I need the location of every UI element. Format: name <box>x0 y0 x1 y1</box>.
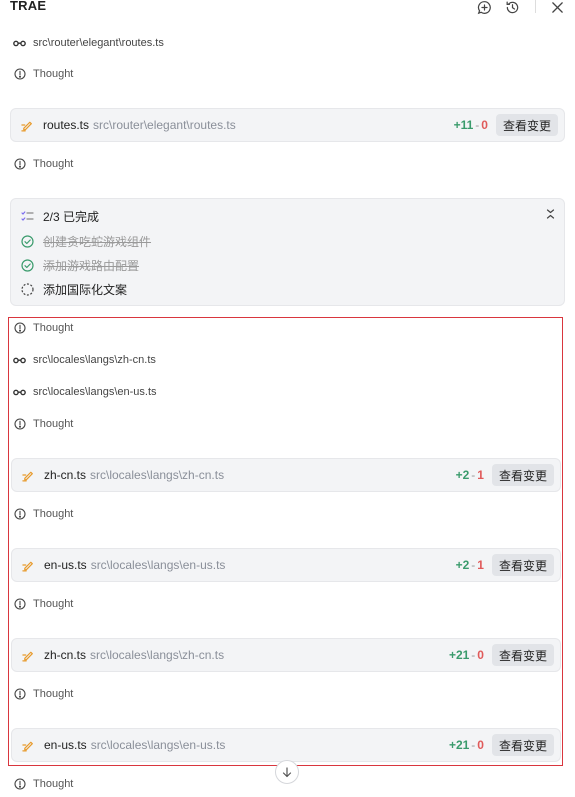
pencil-edit-icon <box>22 559 35 572</box>
lines-removed: 1 <box>477 468 484 482</box>
thought-label: Thought <box>33 508 74 520</box>
todo-header[interactable]: 2/3 已完成 <box>21 208 99 225</box>
thought-label: Thought <box>33 688 74 700</box>
file-path: src\locales\langs\zh-cn.ts <box>90 648 225 662</box>
thought-line[interactable]: Thought <box>13 320 73 336</box>
file-path: src\router\elegant\routes.ts <box>93 118 236 132</box>
pencil-edit-icon <box>21 119 34 132</box>
todo-item-text: 创建贪吃蛇游戏组件 <box>43 235 152 249</box>
lines-added: +21 <box>448 648 470 662</box>
thought-icon <box>13 508 26 521</box>
thought-icon <box>13 598 26 611</box>
lines-removed: 1 <box>477 558 484 572</box>
thought-line[interactable]: Thought <box>13 776 73 792</box>
app-title: TRAE <box>10 0 47 13</box>
glasses-icon <box>13 37 26 50</box>
todo-item-text: 添加国际化文案 <box>43 283 128 297</box>
file-path: src\locales\langs\en-us.ts <box>90 738 226 752</box>
thought-line[interactable]: Thought <box>13 686 73 702</box>
file-name: routes.ts <box>43 118 90 132</box>
thought-label: Thought <box>33 68 74 80</box>
lines-added: +2 <box>455 468 470 482</box>
thought-line[interactable]: Thought <box>13 596 73 612</box>
thought-label: Thought <box>33 418 74 430</box>
scroll-to-bottom-button[interactable] <box>275 760 299 784</box>
pending-circle-icon <box>21 283 34 296</box>
view-changes-button[interactable]: 查看变更 <box>491 734 554 756</box>
view-changes-button[interactable]: 查看变更 <box>495 114 558 136</box>
thought-label: Thought <box>33 598 74 610</box>
thought-line[interactable]: Thought <box>13 66 73 82</box>
header-divider <box>535 0 536 13</box>
thought-icon <box>13 778 26 791</box>
close-icon <box>551 1 563 13</box>
file-edit-card[interactable]: routes.ts src\router\elegant\routes.ts +… <box>10 108 565 142</box>
lines-removed: 0 <box>481 118 488 132</box>
glasses-icon <box>13 354 26 367</box>
thought-label: Thought <box>33 778 74 790</box>
todo-item: 创建贪吃蛇游戏组件 <box>21 233 151 250</box>
pencil-edit-icon <box>22 739 35 752</box>
view-changes-button[interactable]: 查看变更 <box>491 644 554 666</box>
lines-removed: 0 <box>477 648 484 662</box>
thought-label: Thought <box>33 322 74 334</box>
file-name: zh-cn.ts <box>44 648 87 662</box>
todo-item: 添加国际化文案 <box>21 281 127 298</box>
file-edit-card[interactable]: en-us.ts src\locales\langs\en-us.ts +2 -… <box>11 548 561 582</box>
thought-icon <box>13 158 26 171</box>
pencil-edit-icon <box>22 469 35 482</box>
file-name: zh-cn.ts <box>44 468 87 482</box>
lines-added: +2 <box>455 558 470 572</box>
collapse-icon <box>546 209 554 219</box>
thought-icon <box>13 688 26 701</box>
thought-line[interactable]: Thought <box>13 156 73 172</box>
history-button[interactable] <box>504 0 520 15</box>
file-path: src\locales\langs\zh-cn.ts <box>90 468 225 482</box>
close-button[interactable] <box>549 0 565 15</box>
glasses-icon <box>13 386 26 399</box>
thought-line[interactable]: Thought <box>13 416 73 432</box>
todo-item: 添加游戏路由配置 <box>21 257 139 274</box>
view-changes-button[interactable]: 查看变更 <box>491 554 554 576</box>
lines-added: +21 <box>448 738 470 752</box>
file-read-path: src\router\elegant\routes.ts <box>33 37 164 49</box>
thought-line[interactable]: Thought <box>13 506 73 522</box>
file-edit-card[interactable]: zh-cn.ts src\locales\langs\zh-cn.ts +2 -… <box>11 458 561 492</box>
todo-progress: 2/3 已完成 <box>43 210 100 224</box>
arrow-down-icon <box>282 766 292 777</box>
file-edit-card[interactable]: en-us.ts src\locales\langs\en-us.ts +21 … <box>11 728 561 762</box>
file-edit-card[interactable]: zh-cn.ts src\locales\langs\zh-cn.ts +21 … <box>11 638 561 672</box>
view-changes-button[interactable]: 查看变更 <box>491 464 554 486</box>
thought-icon <box>13 322 26 335</box>
check-circle-icon <box>21 259 34 272</box>
history-icon <box>506 1 518 13</box>
file-read-path: src\locales\langs\en-us.ts <box>33 386 157 398</box>
checklist-icon <box>21 210 34 223</box>
file-name: en-us.ts <box>44 738 87 752</box>
thought-label: Thought <box>33 158 74 170</box>
file-read-path: src\locales\langs\zh-cn.ts <box>33 354 156 366</box>
file-read-line[interactable]: src\locales\langs\zh-cn.ts <box>13 352 156 368</box>
todo-panel: 2/3 已完成 创建贪吃蛇游戏组件 添加游戏路由配置 添加国际化文案 <box>10 198 565 306</box>
lines-removed: 0 <box>477 738 484 752</box>
file-path: src\locales\langs\en-us.ts <box>90 558 226 572</box>
file-read-line[interactable]: src\router\elegant\routes.ts <box>13 35 164 51</box>
file-name: en-us.ts <box>44 558 87 572</box>
chat-plus-icon <box>477 0 491 14</box>
pencil-edit-icon <box>22 649 35 662</box>
file-read-line[interactable]: src\locales\langs\en-us.ts <box>13 384 157 400</box>
lines-added: +11 <box>453 118 474 132</box>
thought-icon <box>13 418 26 431</box>
todo-collapse-button[interactable] <box>544 208 556 220</box>
check-circle-icon <box>21 235 34 248</box>
new-chat-button[interactable] <box>476 0 492 15</box>
thought-icon <box>13 68 26 81</box>
todo-item-text: 添加游戏路由配置 <box>43 259 140 273</box>
